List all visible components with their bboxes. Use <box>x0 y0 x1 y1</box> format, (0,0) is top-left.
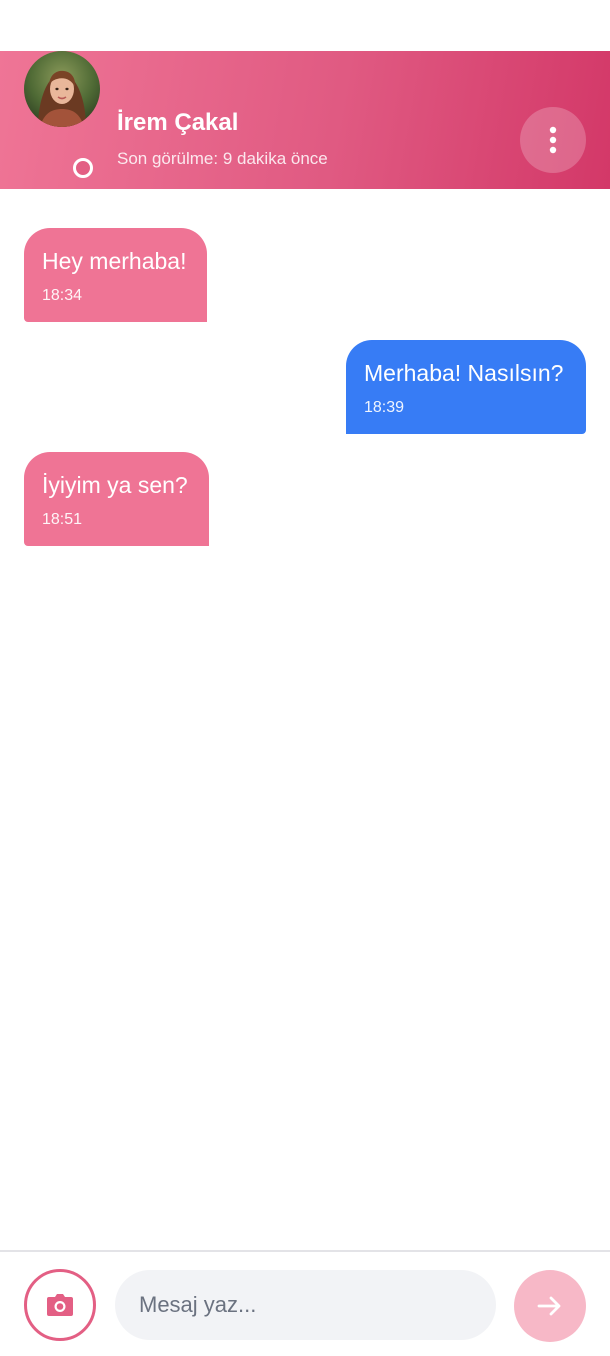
contact-name[interactable]: İrem Çakal <box>117 108 238 138</box>
avatar[interactable] <box>24 51 100 127</box>
message-time: 18:51 <box>42 511 83 528</box>
status-bar-area <box>0 0 610 51</box>
more-options-button[interactable] <box>520 107 586 173</box>
message-bubble-incoming[interactable]: Hey merhaba! 18:34 <box>24 228 207 322</box>
message-time: 18:34 <box>42 287 83 304</box>
message-bubble-outgoing[interactable]: Merhaba! Nasılsın? 18:39 <box>346 340 586 434</box>
online-status-indicator <box>73 158 93 178</box>
message-text: Merhaba! Nasılsın? <box>364 360 564 386</box>
arrow-right-icon <box>537 1295 563 1317</box>
message-text: Hey merhaba! <box>42 248 187 274</box>
message-bubble-incoming[interactable]: İyiyim ya sen? 18:51 <box>24 452 209 546</box>
last-seen-status: Son görülme: 9 dakika önce <box>117 149 328 168</box>
message-input[interactable] <box>115 1270 496 1340</box>
message-text: İyiyim ya sen? <box>42 472 188 498</box>
camera-button[interactable] <box>24 1269 96 1341</box>
more-vertical-icon <box>548 126 558 154</box>
message-time: 18:39 <box>364 399 405 416</box>
camera-icon <box>46 1293 74 1317</box>
send-button[interactable] <box>514 1270 586 1342</box>
